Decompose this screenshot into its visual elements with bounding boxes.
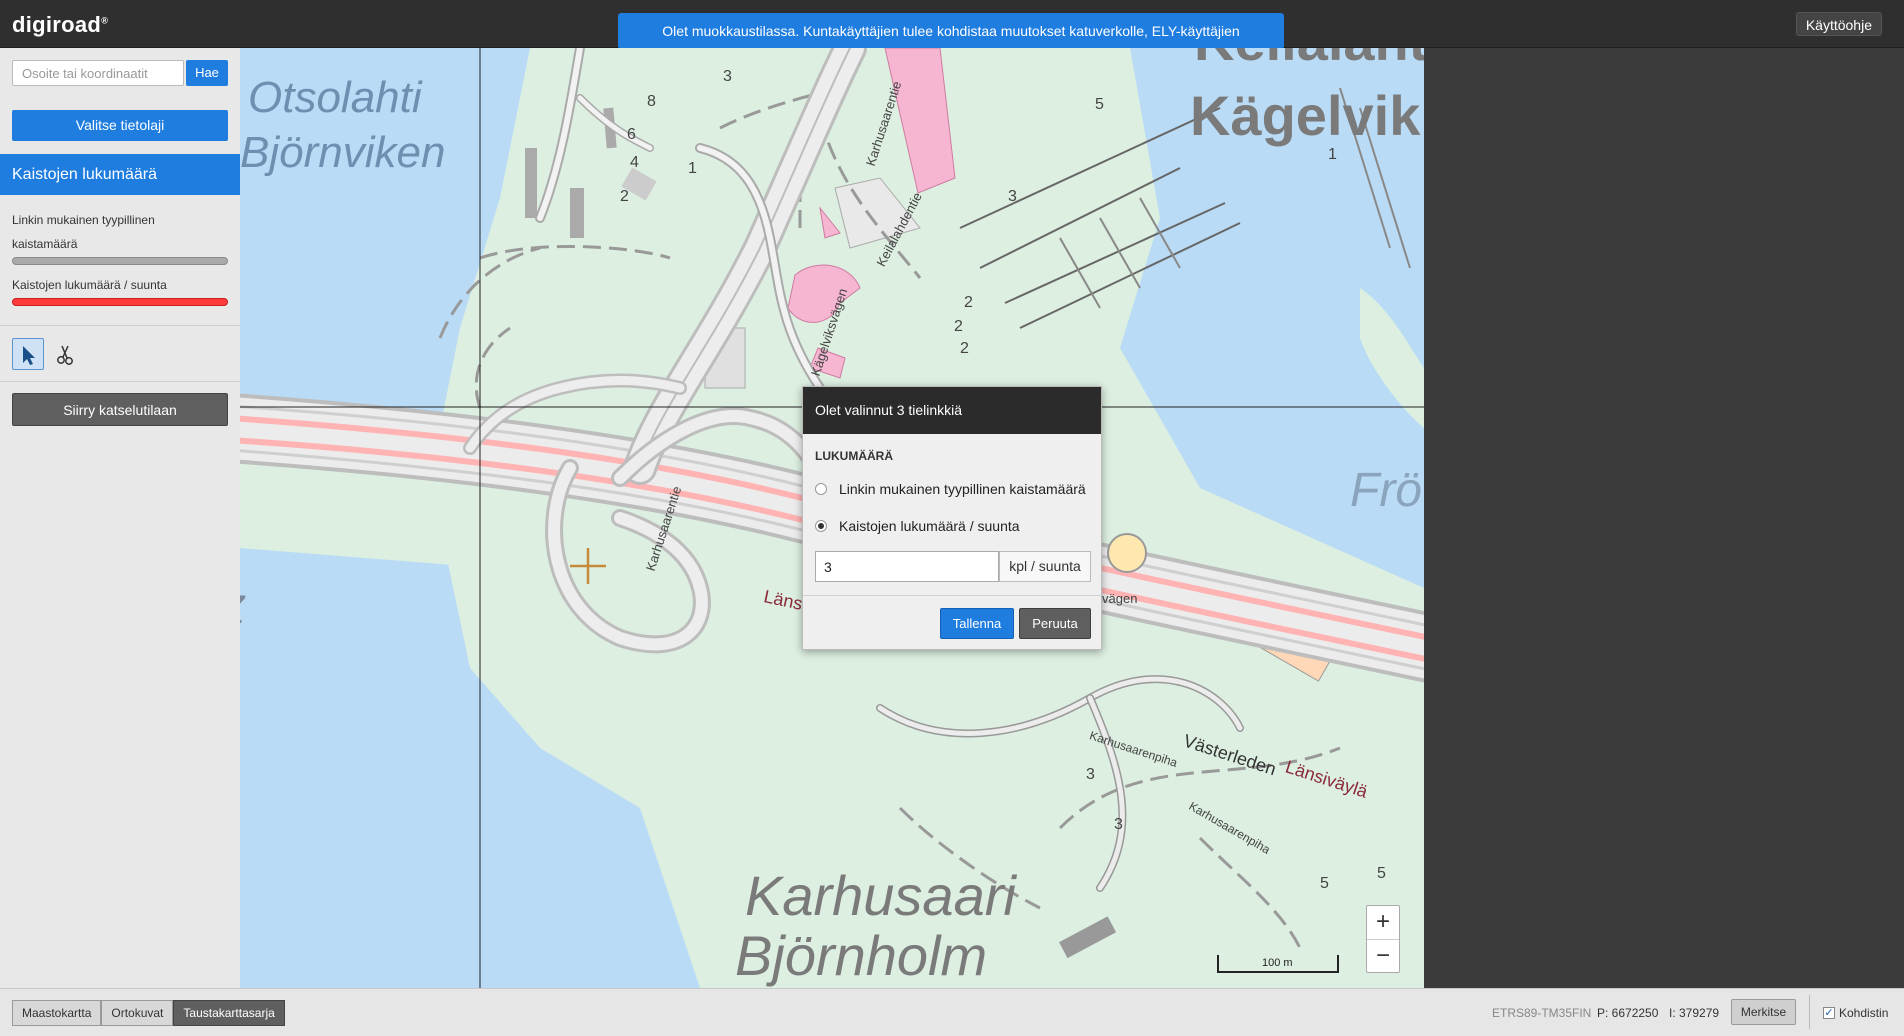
option-label: Kaistojen lukumäärä / suunta [839, 518, 1020, 534]
place-label: Keilalahti [1194, 48, 1424, 73]
right-panel-empty [1424, 48, 1904, 988]
search-button[interactable]: Hae [186, 60, 228, 86]
scissors-icon [57, 345, 73, 365]
cut-tool-button[interactable] [50, 338, 82, 370]
select-data-type-button[interactable]: Valitse tietolaji [12, 110, 228, 141]
select-arrow-icon [23, 346, 35, 365]
place-label: Otsolahti [248, 73, 422, 122]
place-label: Z [240, 588, 244, 633]
target-label: Kohdistin [1839, 1006, 1889, 1020]
address-number: 3 [1008, 188, 1017, 205]
dialog-section-title: LUKUMÄÄRÄ [815, 449, 893, 463]
lane-count-input[interactable] [815, 551, 999, 582]
address-number: 1 [1328, 146, 1337, 163]
address-number: 8 [647, 93, 656, 110]
app-logo: digiroad® [12, 12, 109, 37]
legend-label-typical: Linkin mukainen tyypillinen kaistamäärä [12, 213, 155, 251]
address-number: 5 [1377, 865, 1386, 882]
divider [0, 381, 240, 382]
address-number: 2 [620, 188, 629, 205]
place-label: Karhusaari [745, 864, 1016, 927]
mark-button[interactable]: Merkitse [1731, 999, 1796, 1025]
lane-count-dialog: Olet valinnut 3 tielinkkiä LUKUMÄÄRÄ Lin… [802, 386, 1102, 650]
coordinate-i: I: 379279 [1669, 1006, 1720, 1020]
place-label: Björnholm [735, 924, 988, 987]
coordinate-p: P: 6672250 [1597, 1006, 1659, 1020]
address-number: 3 [1086, 766, 1095, 783]
legend-label-per-direction: Kaistojen lukumäärä / suunta [12, 278, 167, 292]
sidebar: Hae Valitse tietolaji Kaistojen lukumäär… [0, 48, 240, 988]
address-number: 2 [954, 318, 963, 335]
dialog-title: Olet valinnut 3 tielinkkiä [803, 387, 1101, 434]
address-number: 1 [688, 160, 697, 177]
divider [1809, 995, 1810, 1029]
background-series-button[interactable]: Taustakarttasarja [173, 1000, 285, 1026]
address-number: 2 [964, 294, 973, 311]
bottom-bar: Maastokartta Ortokuvat Taustakarttasarja… [0, 988, 1904, 1036]
crs-label: ETRS89-TM35FIN [1492, 1006, 1592, 1020]
place-label: Frö [1350, 464, 1422, 517]
zoom-in-button[interactable]: + [1367, 906, 1399, 939]
place-label: Kägelvik [1190, 84, 1421, 147]
background-terrain-button[interactable]: Maastokartta [12, 1000, 102, 1026]
divider [0, 325, 240, 326]
cancel-button[interactable]: Peruuta [1019, 608, 1091, 639]
search-row: Hae [12, 60, 228, 86]
save-button[interactable]: Tallenna [940, 608, 1014, 639]
address-number: 3 [723, 68, 732, 85]
option-typical-lanes[interactable]: Linkin mukainen tyypillinen kaistamäärä [815, 481, 1086, 497]
search-input[interactable] [12, 60, 184, 86]
road-label: vägen [1102, 591, 1138, 606]
option-lanes-per-direction[interactable]: Kaistojen lukumäärä / suunta [815, 518, 1020, 534]
lane-count-unit: kpl / suunta [999, 551, 1091, 582]
radio-checked[interactable] [815, 520, 827, 532]
top-bar: digiroad® Olet muokkaustilassa. Kuntakäy… [0, 0, 1904, 75]
select-tool-button[interactable] [12, 338, 44, 370]
address-number: 4 [630, 154, 639, 171]
legend: Linkin mukainen tyypillinen kaistamäärä … [12, 208, 228, 314]
target-toggle[interactable]: ✓ Kohdistin [1823, 1006, 1888, 1020]
help-button[interactable]: Käyttöohje [1795, 12, 1882, 36]
background-map-selector: Maastokartta Ortokuvat Taustakarttasarja [12, 1000, 285, 1026]
radio-unchecked[interactable] [815, 483, 827, 495]
target-checkbox[interactable]: ✓ [1823, 1007, 1835, 1019]
layer-title: Kaistojen lukumäärä [0, 154, 240, 195]
address-number: 5 [1320, 875, 1329, 892]
dialog-divider [803, 595, 1101, 596]
address-number: 5 [1095, 96, 1104, 113]
address-number: 6 [627, 126, 636, 143]
zoom-controls: + − [1366, 905, 1400, 973]
background-ortho-button[interactable]: Ortokuvat [101, 1000, 174, 1026]
place-label: Björnviken [240, 128, 446, 177]
option-label: Linkin mukainen tyypillinen kaistamäärä [839, 481, 1086, 497]
edit-mode-banner: Olet muokkaustilassa. Kuntakäyttäjien tu… [618, 13, 1284, 75]
address-number: 2 [960, 340, 969, 357]
scale-label: 100 m [1262, 957, 1293, 969]
legend-bar-red [12, 298, 228, 306]
zoom-out-button[interactable]: − [1367, 939, 1399, 972]
view-mode-button[interactable]: Siirry katselutilaan [12, 393, 228, 426]
legend-bar-grey [12, 257, 228, 265]
address-number: 3 [1114, 816, 1123, 833]
